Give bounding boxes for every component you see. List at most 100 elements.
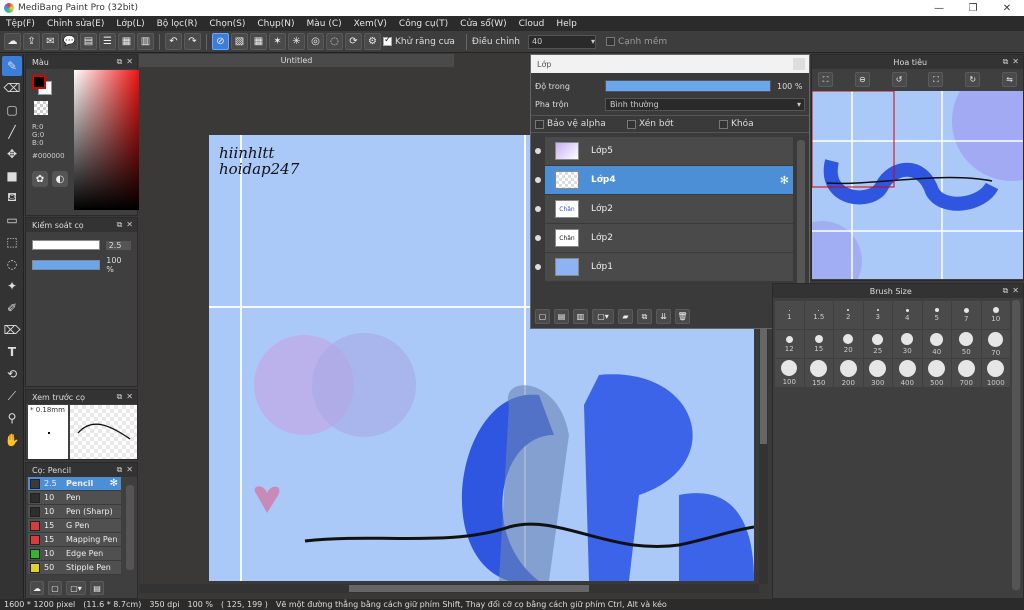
radial-snap-icon[interactable]: ✶ (269, 33, 286, 50)
soft-edge-checkbox[interactable] (605, 37, 615, 46)
brush-size-cell[interactable]: 70 (981, 330, 1010, 358)
brush-size-cell[interactable]: 150 (804, 359, 833, 387)
maximize-button[interactable]: ❐ (956, 0, 990, 16)
protect-alpha-option[interactable]: Bảo vệ alpha (535, 119, 627, 129)
grid-snap-icon[interactable]: ▦ (250, 33, 267, 50)
visibility-icon[interactable] (535, 148, 541, 154)
menu-edit[interactable]: Chỉnh sửa(E) (41, 19, 110, 29)
brush-item-pen[interactable]: 10 Pen (28, 491, 121, 505)
palette-icon[interactable]: ✿ (32, 171, 48, 187)
layer-item[interactable]: Chân Lớp2 (535, 195, 793, 223)
brush-settings-icon[interactable]: ▤ (90, 581, 104, 595)
color-history-icon[interactable]: ◐ (52, 171, 68, 187)
brush-size-value[interactable]: 2.5 (105, 240, 131, 250)
select-tool-icon[interactable]: ⬚ (2, 232, 22, 252)
undock-icon[interactable]: ⧉ (117, 465, 123, 475)
brush-size-cell[interactable]: 500 (922, 359, 951, 387)
brush-size-cell[interactable]: 12 (775, 330, 804, 358)
visibility-icon[interactable] (535, 235, 541, 241)
brush-size-cell[interactable]: 4 (893, 301, 922, 329)
list-icon[interactable]: ☰ (99, 33, 116, 50)
brush-item-g-pen[interactable]: 15 G Pen (28, 519, 121, 533)
brush-size-cell[interactable]: 200 (834, 359, 863, 387)
fill-rect-tool-icon[interactable]: ■ (2, 166, 22, 186)
undock-icon[interactable]: ⧉ (1003, 286, 1009, 296)
menu-tools[interactable]: Công cụ(T) (393, 19, 454, 29)
undock-icon[interactable]: ⧉ (117, 57, 123, 67)
brush-size-scrollbar[interactable] (1012, 300, 1020, 590)
menu-select[interactable]: Chọn(S) (203, 19, 251, 29)
menu-layer[interactable]: Lớp(L) (110, 19, 150, 29)
fit-window-icon[interactable]: ⛶ (928, 72, 944, 87)
add-layer-menu-icon[interactable]: ▢▾ (592, 309, 614, 324)
brush-size-cell[interactable]: 20 (834, 330, 863, 358)
clipping-checkbox[interactable] (627, 119, 636, 129)
brush-size-cell[interactable]: 1.5 (804, 301, 833, 329)
lasso-tool-icon[interactable]: ◌ (2, 254, 22, 274)
menu-window[interactable]: Cửa sổ(W) (454, 19, 512, 29)
parallel-snap-icon[interactable]: ▧ (231, 33, 248, 50)
brush-opacity-value[interactable]: 100 % (106, 256, 131, 274)
flip-icon[interactable]: ⇋ (1001, 72, 1017, 87)
move-tool-icon[interactable]: ✥ (2, 144, 22, 164)
hand-tool-icon[interactable]: ✋ (2, 430, 22, 450)
menu-help[interactable]: Help (550, 19, 583, 29)
close-icon[interactable]: ✕ (126, 220, 133, 230)
select-pen-tool-icon[interactable]: ✐ (2, 298, 22, 318)
canvas-tab[interactable]: Untitled (139, 54, 454, 67)
zoom-out-icon[interactable]: ⊖ (854, 72, 870, 87)
folder-icon[interactable]: ▰ (618, 309, 633, 324)
brush-tool-icon[interactable]: ✎ (2, 56, 22, 76)
merge-down-icon[interactable]: ⇊ (656, 309, 671, 324)
visibility-icon[interactable] (535, 177, 541, 183)
eraser-tool-icon[interactable]: ⌫ (2, 78, 22, 98)
brush-opacity-slider[interactable] (32, 260, 101, 270)
grid-list-icon[interactable]: ▦ (118, 33, 135, 50)
brush-size-cell[interactable]: 10 (981, 301, 1010, 329)
add-brush-icon[interactable]: ▢▾ (66, 581, 86, 595)
fit-icon[interactable]: ⛶ (818, 72, 833, 87)
primary-color-swatch[interactable] (32, 75, 46, 89)
rectangle-tool-icon[interactable]: ▢ (2, 100, 22, 120)
gear-icon[interactable]: ✻ (110, 478, 118, 489)
select-eraser-tool-icon[interactable]: ⌦ (2, 320, 22, 340)
brush-item-pen-sharp[interactable]: 10 Pen (Sharp) (28, 505, 121, 519)
lock-option[interactable]: Khóa (719, 119, 754, 129)
delete-layer-icon[interactable]: 🗑 (675, 309, 690, 324)
close-icon[interactable]: ✕ (126, 465, 133, 475)
antialias-toggle[interactable]: Khử răng cưa (383, 35, 455, 47)
navigator-preview[interactable] (812, 91, 1023, 279)
new-8bit-layer-icon[interactable]: ▥ (573, 309, 588, 324)
clipping-option[interactable]: Xén bớt (627, 119, 719, 129)
layer-item[interactable]: Lớp5 (535, 137, 793, 165)
visibility-icon[interactable] (535, 206, 541, 212)
new-brush-icon[interactable]: ▢ (48, 581, 62, 595)
export-icon[interactable]: ⇪ (23, 33, 40, 50)
panel-icon[interactable]: ▥ (137, 33, 154, 50)
operation-tool-icon[interactable]: ⟲ (2, 364, 22, 384)
menu-file[interactable]: Tệp(F) (0, 19, 41, 29)
brush-size-cell[interactable]: 1000 (981, 359, 1010, 387)
menu-view[interactable]: Xem(V) (348, 19, 393, 29)
brush-size-cell[interactable]: 400 (893, 359, 922, 387)
close-icon[interactable]: ✕ (126, 392, 133, 402)
document-icon[interactable]: ▤ (80, 33, 97, 50)
line-tool-icon[interactable]: ╱ (2, 122, 22, 142)
saturation-value-picker[interactable] (74, 70, 144, 210)
menu-snap[interactable]: Chụp(N) (251, 19, 300, 29)
settings-snap-icon[interactable]: ⚙ (364, 33, 381, 50)
close-icon[interactable]: ✕ (1012, 286, 1019, 296)
close-icon[interactable]: ✕ (126, 57, 133, 67)
brush-item-mapping-pen[interactable]: 15 Mapping Pen (28, 533, 121, 547)
rotate-left-icon[interactable]: ↺ (891, 72, 907, 87)
brush-size-cell[interactable]: 3 (863, 301, 892, 329)
curve-snap-icon[interactable]: ◌ (326, 33, 343, 50)
blend-mode-select[interactable]: Bình thường ▾ (605, 97, 805, 111)
redo-icon[interactable]: ↷ (184, 33, 201, 50)
transparent-swatch[interactable] (34, 101, 48, 115)
comment-icon[interactable]: ✉ (42, 33, 59, 50)
undock-icon[interactable]: ⧉ (117, 392, 123, 402)
magic-wand-tool-icon[interactable]: ✦ (2, 276, 22, 296)
layer-item[interactable]: Lớp1 (535, 253, 793, 281)
adjust-combo[interactable]: 40 ▾ (527, 34, 596, 49)
